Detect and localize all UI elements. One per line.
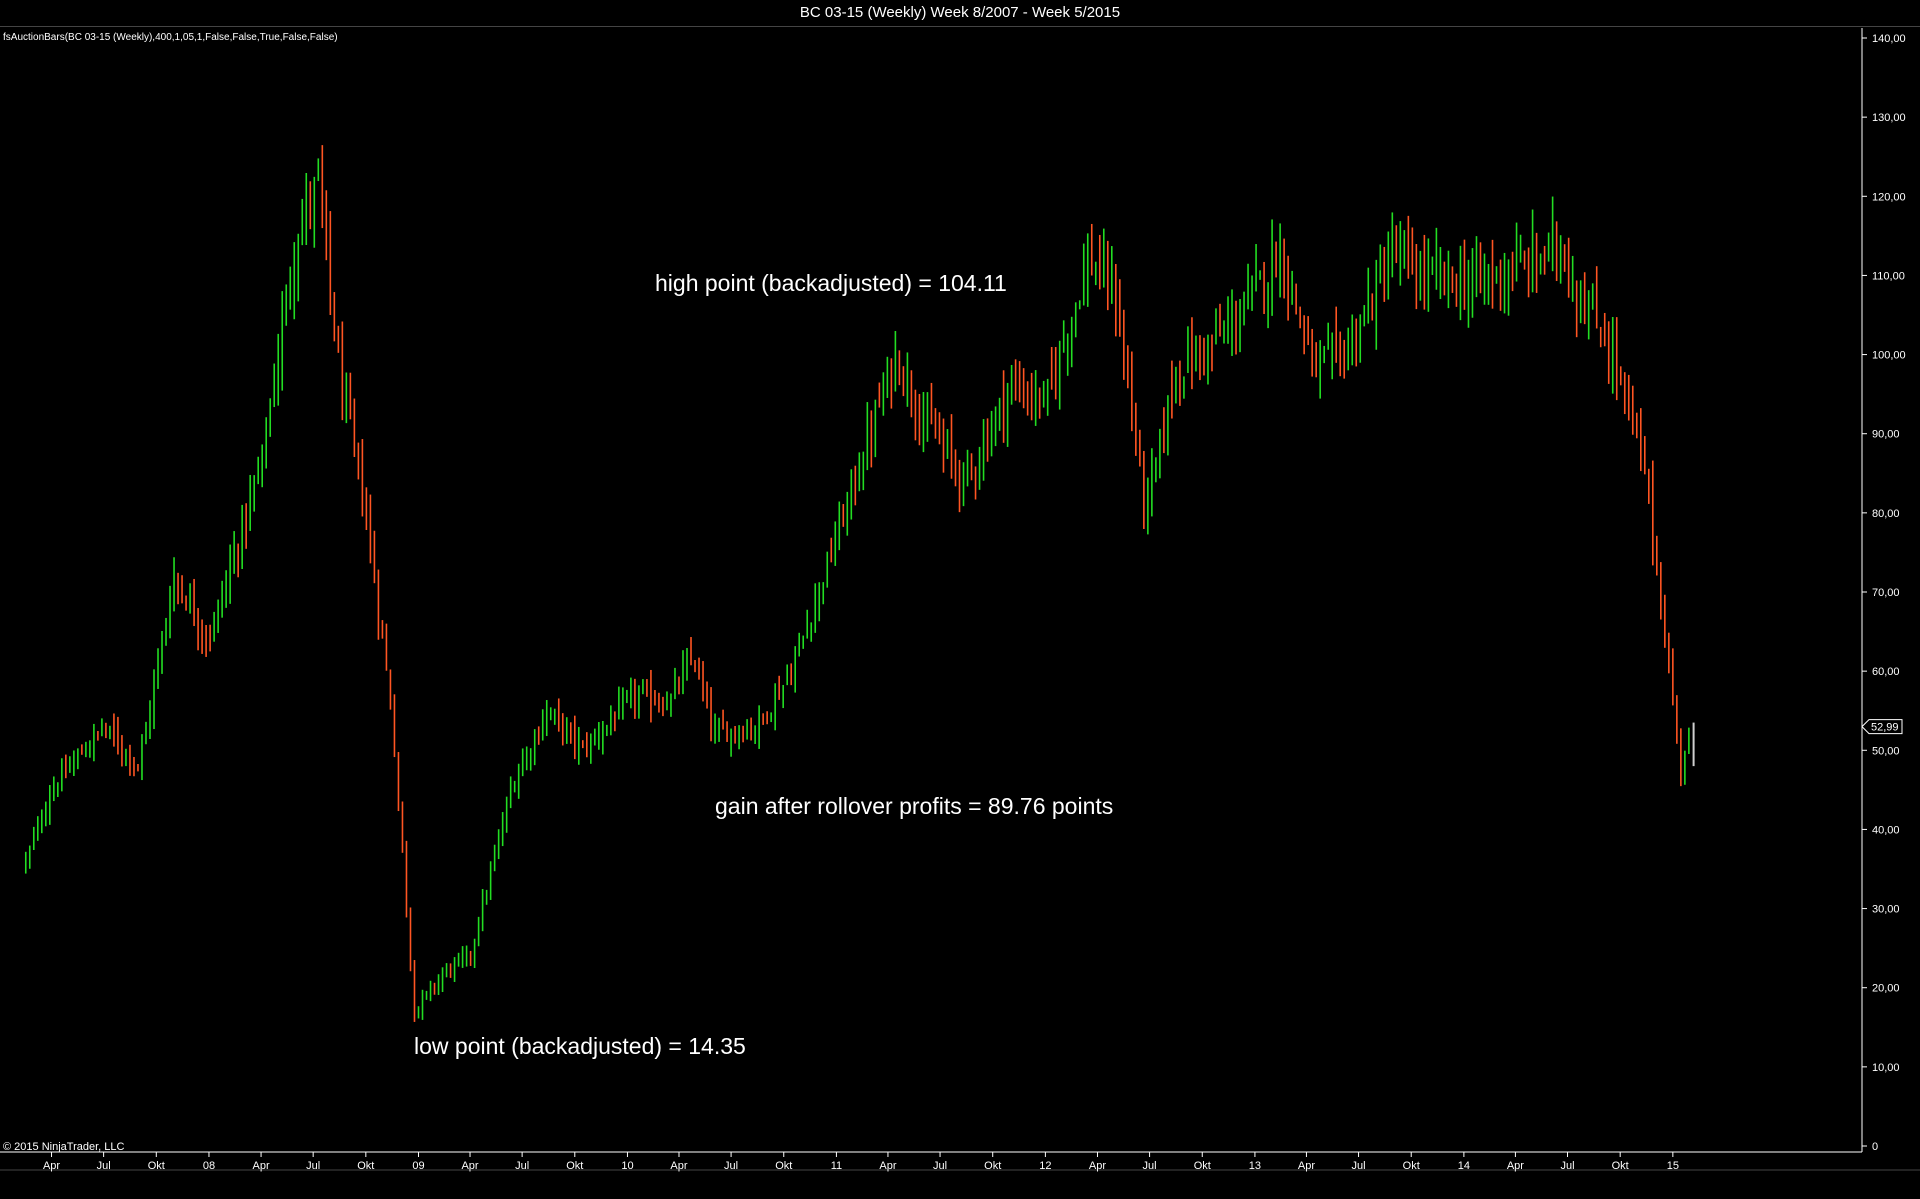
gain-annotation: gain after rollover profits = 89.76 poin…: [715, 793, 1114, 819]
x-tick-label: 12: [1039, 1160, 1051, 1172]
x-tick-label: Okt: [1194, 1160, 1211, 1172]
x-tick-label: 09: [412, 1160, 424, 1172]
y-tick-label: 0: [1872, 1141, 1878, 1153]
y-tick-label: 50,00: [1872, 745, 1900, 757]
x-tick-label: Jul: [515, 1160, 529, 1172]
high-point-annotation: high point (backadjusted) = 104.11: [655, 270, 1007, 296]
x-tick-label: Jul: [933, 1160, 947, 1172]
x-tick-label: 14: [1458, 1160, 1470, 1172]
x-tick-label: Apr: [1507, 1160, 1524, 1172]
y-tick-label: 110,00: [1872, 270, 1905, 282]
last-price-label: 52,99: [1871, 722, 1899, 734]
x-tick-label: 15: [1667, 1160, 1679, 1172]
x-tick-label: Apr: [670, 1160, 687, 1172]
x-tick-label: 08: [203, 1160, 215, 1172]
copyright-text: © 2015 NinjaTrader, LLC: [3, 1141, 125, 1153]
x-tick-label: Okt: [984, 1160, 1001, 1172]
x-tick-label: Jul: [724, 1160, 738, 1172]
y-tick-label: 70,00: [1872, 587, 1900, 599]
y-tick-label: 20,00: [1872, 983, 1900, 995]
y-tick-label: 100,00: [1872, 350, 1906, 362]
low-point-annotation: low point (backadjusted) = 14.35: [414, 1033, 746, 1059]
price-chart[interactable]: 140,00 130,00 120,00 110,00 100,00 90,00 80,00…: [0, 0, 1920, 1199]
x-tick-label: Apr: [43, 1160, 60, 1172]
x-tick-label: Apr: [879, 1160, 896, 1172]
y-tick-label: 90,00: [1872, 429, 1900, 441]
x-tick-label: Jul: [306, 1160, 320, 1172]
y-tick-label: 60,00: [1872, 666, 1900, 678]
x-axis: Apr Jul Okt 08 Apr Jul Okt 09 Apr Jul Okt 10 Apr Jul O…: [43, 1152, 1679, 1172]
x-tick-label: Jul: [1143, 1160, 1157, 1172]
x-tick-label: Okt: [357, 1160, 374, 1172]
x-tick-label: Apr: [252, 1160, 269, 1172]
y-tick-label: 30,00: [1872, 904, 1900, 916]
x-tick-label: Apr: [1298, 1160, 1315, 1172]
y-tick-label: 80,00: [1872, 508, 1900, 520]
x-tick-label: Jul: [1352, 1160, 1366, 1172]
x-tick-label: 13: [1249, 1160, 1261, 1172]
y-tick-label: 40,00: [1872, 824, 1900, 836]
y-tick-label: 10,00: [1872, 1062, 1900, 1074]
last-price-marker: 52,99: [1861, 719, 1903, 735]
x-tick-label: Okt: [775, 1160, 792, 1172]
x-tick-label: Okt: [1403, 1160, 1420, 1172]
x-tick-label: Okt: [1612, 1160, 1629, 1172]
x-tick-label: Apr: [461, 1160, 478, 1172]
x-tick-label: Okt: [566, 1160, 583, 1172]
x-tick-label: Apr: [1089, 1160, 1106, 1172]
indicator-label: fsAuctionBars(BC 03-15 (Weekly),400,1,05…: [3, 32, 338, 43]
y-axis: 140,00 130,00 120,00 110,00 100,00 90,00 80,00…: [1862, 33, 1906, 1153]
x-tick-label: Jul: [1560, 1160, 1574, 1172]
y-tick-label: 120,00: [1872, 191, 1906, 203]
x-tick-label: 11: [831, 1160, 842, 1172]
x-tick-label: Jul: [97, 1160, 111, 1172]
y-tick-label: 130,00: [1872, 112, 1906, 124]
x-tick-label: 10: [621, 1160, 633, 1172]
y-tick-label: 140,00: [1872, 33, 1906, 45]
x-tick-label: Okt: [148, 1160, 165, 1172]
